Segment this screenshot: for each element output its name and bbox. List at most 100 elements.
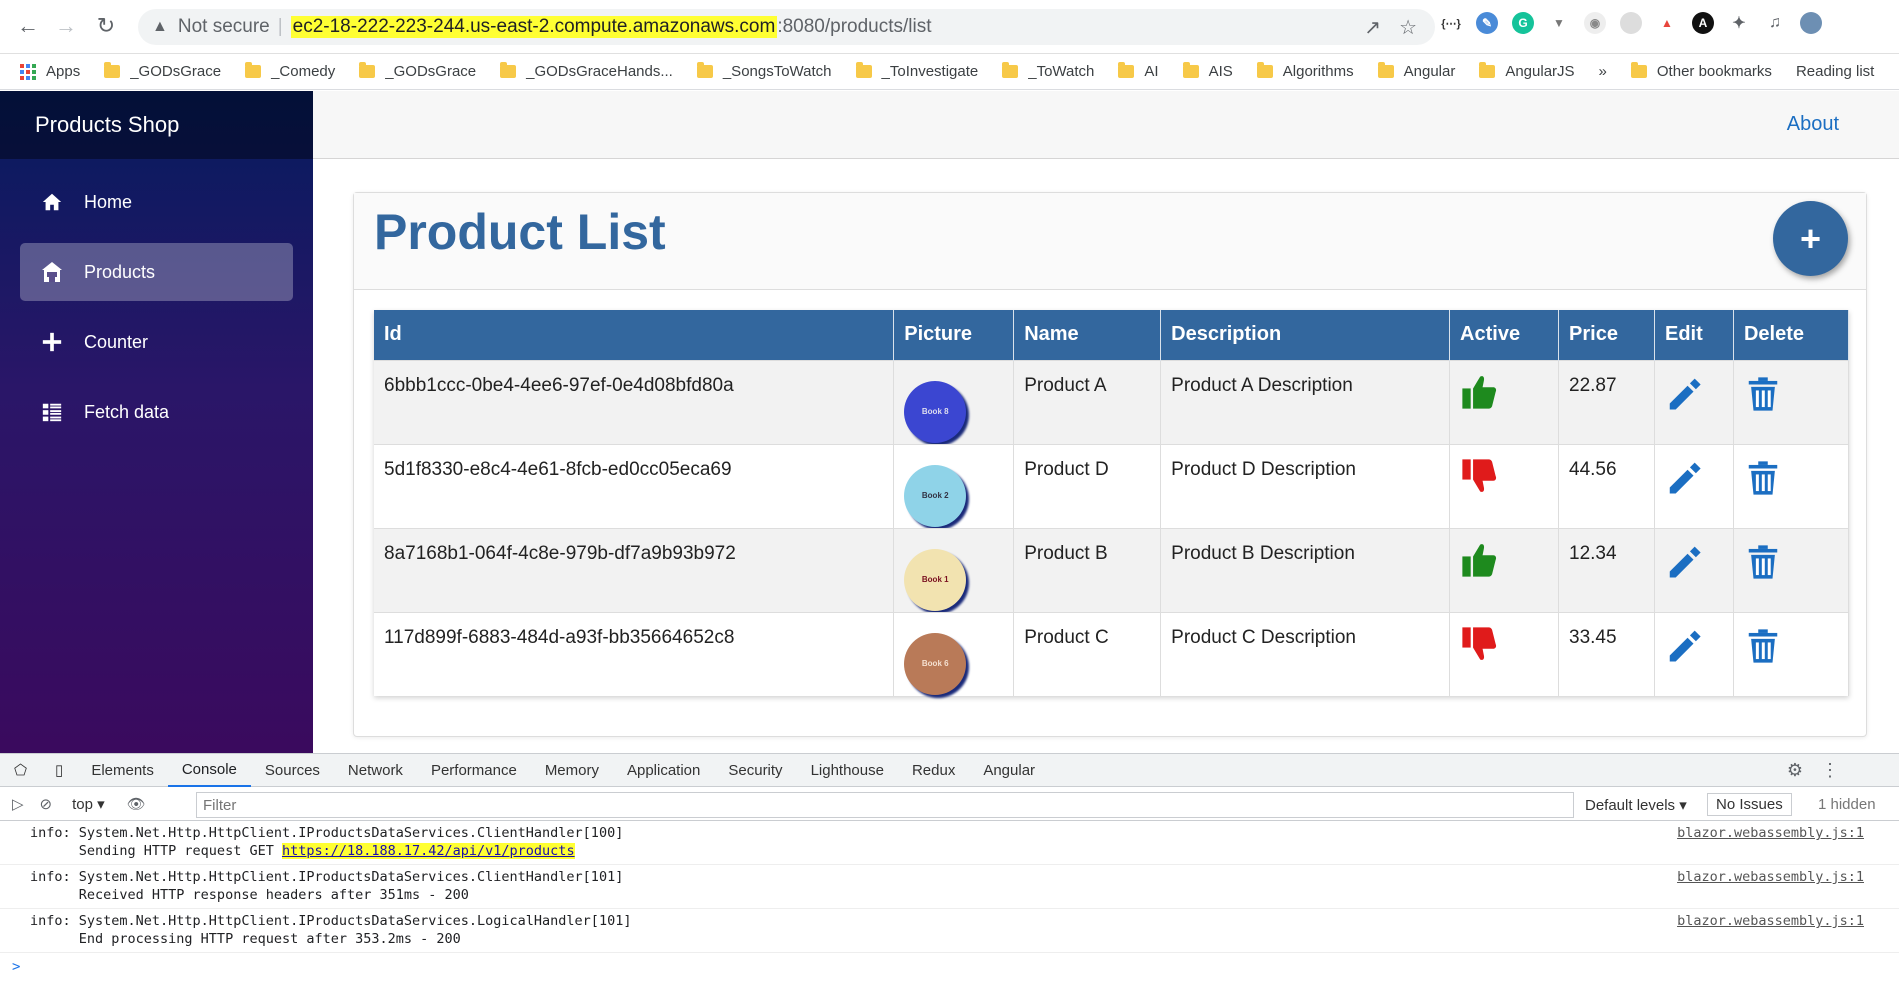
edit-icon[interactable] bbox=[1665, 543, 1723, 581]
tab-elements[interactable]: Elements bbox=[77, 754, 168, 787]
tab-application[interactable]: Application bbox=[613, 754, 714, 787]
trash-icon[interactable] bbox=[1744, 627, 1838, 665]
browser-toolbar: ← → ↻ ▲ Not secure | ec2-18-222-223-244.… bbox=[0, 0, 1899, 54]
tab-redux[interactable]: Redux bbox=[898, 754, 969, 787]
cell-name: Product B bbox=[1013, 527, 1162, 612]
cell-id: 8a7168b1-064f-4c8e-979b-df7a9b93b972 bbox=[374, 527, 895, 612]
cell-description: Product C Description bbox=[1160, 611, 1451, 696]
url-host: ec2-18-222-223-244.us-east-2.compute.ama… bbox=[290, 16, 778, 38]
product-picture: Book 1 bbox=[904, 548, 967, 611]
store-icon bbox=[40, 260, 64, 284]
log-levels-select[interactable]: Default levels ▾ bbox=[1585, 796, 1687, 814]
sidebar-item-home[interactable]: Home bbox=[20, 173, 293, 231]
megaphone-icon[interactable]: ▲ bbox=[1656, 12, 1678, 34]
column-header-description: Description bbox=[1160, 310, 1451, 360]
tab-memory[interactable]: Memory bbox=[531, 754, 613, 787]
bookmark-label: Algorithms bbox=[1282, 63, 1354, 80]
hidden-count: 1 hidden bbox=[1818, 796, 1876, 813]
add-product-button[interactable]: + bbox=[1773, 201, 1848, 276]
about-link[interactable]: About bbox=[1787, 113, 1839, 136]
sidebar-item-fetch-data[interactable]: Fetch data bbox=[20, 383, 293, 441]
bookmark-folder[interactable]: AIS bbox=[1182, 62, 1233, 80]
eye-icon[interactable]: 👁 bbox=[127, 795, 146, 813]
media-icon[interactable]: ♫ bbox=[1764, 12, 1786, 34]
inspect-icon[interactable]: ⬠ bbox=[0, 754, 41, 787]
other-bookmarks[interactable]: Other bookmarks bbox=[1630, 62, 1772, 80]
bookmark-label: Angular bbox=[1403, 63, 1456, 80]
share-icon[interactable]: ↗ bbox=[1364, 15, 1381, 40]
grammarly-icon[interactable]: G bbox=[1512, 12, 1534, 34]
edit-icon[interactable] bbox=[1665, 375, 1723, 413]
request-url-link[interactable]: https://18.188.17.42/api/v1/products bbox=[281, 843, 575, 859]
brand-label: Products Shop bbox=[35, 112, 180, 137]
log-source-link[interactable]: blazor.webassembly.js:1 bbox=[1677, 868, 1864, 886]
bookmark-folder[interactable]: _GODsGrace bbox=[104, 62, 221, 80]
cell-delete bbox=[1733, 443, 1850, 528]
sidebar-item-label: Fetch data bbox=[84, 401, 170, 422]
forward-icon[interactable]: → bbox=[52, 12, 80, 40]
clear-console-icon[interactable]: ⊘ bbox=[40, 795, 53, 813]
tab-network[interactable]: Network bbox=[334, 754, 417, 787]
tab-lighthouse[interactable]: Lighthouse bbox=[797, 754, 898, 787]
vue-devtools-icon[interactable]: ▼ bbox=[1548, 12, 1570, 34]
reading-list[interactable]: Reading list bbox=[1796, 63, 1874, 80]
product-list-card: Product List + Id Picture Name Description A… bbox=[353, 192, 1867, 737]
tab-security[interactable]: Security bbox=[714, 754, 796, 787]
bookmark-folder[interactable]: _ToWatch bbox=[1002, 62, 1094, 80]
trash-icon[interactable] bbox=[1744, 375, 1838, 413]
tab-sources[interactable]: Sources bbox=[251, 754, 334, 787]
address-bar[interactable]: ▲ Not secure | ec2-18-222-223-244.us-eas… bbox=[138, 9, 1435, 45]
bookmark-folder[interactable]: _GODsGraceHands... bbox=[500, 62, 673, 80]
cell-delete bbox=[1733, 359, 1850, 444]
star-icon[interactable]: ☆ bbox=[1399, 15, 1417, 40]
log-source-link[interactable]: blazor.webassembly.js:1 bbox=[1677, 824, 1864, 842]
trash-icon[interactable] bbox=[1744, 459, 1838, 497]
bookmark-folder[interactable]: Algorithms bbox=[1256, 62, 1354, 80]
bookmark-folder[interactable]: _ToInvestigate bbox=[855, 62, 978, 80]
sidebar-item-label: Products bbox=[84, 261, 156, 282]
more-icon[interactable]: ⋮ bbox=[1821, 760, 1839, 781]
tab-console[interactable]: Console bbox=[167, 754, 251, 787]
bookmark-label: _SongsToWatch bbox=[722, 63, 832, 80]
avatar[interactable] bbox=[1800, 12, 1822, 34]
bookmark-folder[interactable]: _Comedy bbox=[245, 62, 335, 80]
bookmark-apps[interactable]: Apps bbox=[20, 63, 80, 80]
settings-icon[interactable]: ⚙ bbox=[1787, 760, 1803, 781]
cell-price: 22.87 bbox=[1558, 359, 1655, 444]
bookmarks-overflow-button[interactable]: » bbox=[1599, 63, 1607, 80]
extension-icon[interactable]: ◉ bbox=[1584, 12, 1606, 34]
extension-icon[interactable] bbox=[1620, 12, 1642, 34]
puzzle-icon[interactable]: ✦ bbox=[1728, 12, 1750, 34]
bookmark-folder[interactable]: _GODsGrace bbox=[359, 62, 476, 80]
bookmark-folder[interactable]: AI bbox=[1118, 62, 1159, 80]
bookmark-folder[interactable]: _SongsToWatch bbox=[696, 62, 832, 80]
back-icon[interactable]: ← bbox=[14, 12, 42, 40]
edit-icon[interactable] bbox=[1665, 627, 1723, 665]
console-prompt[interactable]: > bbox=[0, 953, 1899, 981]
context-select[interactable]: top ▾ bbox=[72, 795, 105, 813]
sidebar-item-label: Counter bbox=[84, 331, 149, 352]
tab-angular[interactable]: Angular bbox=[969, 754, 1049, 787]
folder-icon bbox=[1002, 62, 1019, 78]
log-line: End processing HTTP request after 353.2m… bbox=[30, 931, 461, 947]
console-filter-input[interactable] bbox=[196, 792, 1574, 818]
column-header-delete: Delete bbox=[1733, 310, 1850, 360]
log-source-link[interactable]: blazor.webassembly.js:1 bbox=[1677, 912, 1864, 930]
extension-icon[interactable]: ✎ bbox=[1476, 12, 1498, 34]
json-extension-icon[interactable]: {⋯} bbox=[1440, 12, 1462, 34]
edit-icon[interactable] bbox=[1665, 459, 1723, 497]
console-message: info: System.Net.Http.HttpClient.IProduc… bbox=[0, 865, 1899, 909]
trash-icon[interactable] bbox=[1744, 543, 1838, 581]
device-toolbar-icon[interactable]: ▯ bbox=[41, 754, 77, 787]
bookmark-folder[interactable]: Angular bbox=[1377, 62, 1456, 80]
sidebar-toggle-icon[interactable]: ▷ bbox=[12, 795, 24, 813]
bookmark-folder[interactable]: AngularJS bbox=[1479, 62, 1575, 80]
brand[interactable]: Products Shop bbox=[0, 91, 313, 159]
tab-performance[interactable]: Performance bbox=[417, 754, 531, 787]
issues-button[interactable]: No Issues bbox=[1707, 793, 1792, 816]
angular-extension-icon[interactable]: A bbox=[1692, 12, 1714, 34]
cell-picture: Book 2 bbox=[893, 443, 1015, 528]
reload-icon[interactable]: ↻ bbox=[92, 12, 120, 40]
sidebar-item-products[interactable]: Products bbox=[20, 243, 293, 301]
sidebar-item-counter[interactable]: Counter bbox=[20, 313, 293, 371]
